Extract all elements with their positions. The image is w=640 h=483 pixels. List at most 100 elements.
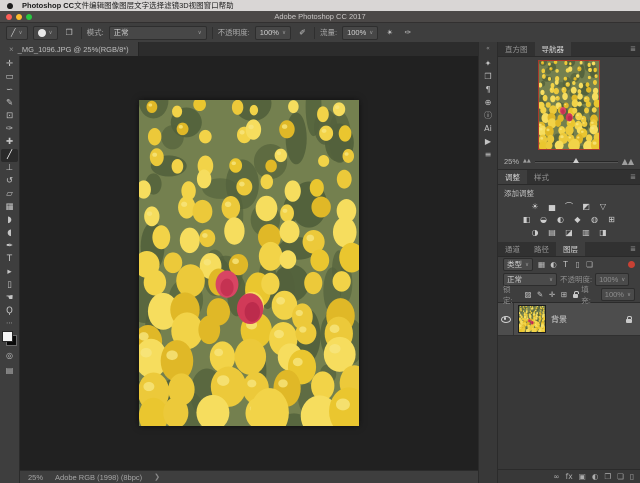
globe-icon[interactable]: ⊕	[481, 96, 496, 109]
lock-pixels-icon[interactable]: ✎	[535, 290, 546, 300]
lock-artboard-icon[interactable]: ⊞	[559, 290, 570, 300]
selective-color-icon[interactable]: ◨	[596, 227, 610, 238]
type-tool[interactable]: T	[1, 253, 18, 266]
channel-mixer-icon[interactable]: ◍	[588, 214, 602, 225]
tab-channels[interactable]: 通道	[498, 242, 527, 256]
panel-menu-icon[interactable]: ≣	[626, 242, 640, 256]
history-brush-tool[interactable]: ↺	[1, 175, 18, 188]
libraries-icon[interactable]: ❒	[481, 70, 496, 83]
move-tool[interactable]: ✛	[1, 58, 18, 71]
filter-toggle-icon[interactable]	[628, 261, 635, 268]
invert-icon[interactable]: ◑	[528, 227, 542, 238]
new-layer-icon[interactable]: ❏	[617, 473, 624, 481]
toggle-brush-panel-button[interactable]: ❐	[63, 27, 76, 39]
menu-photoshop[interactable]: Photoshop CC	[22, 1, 74, 10]
exposure-icon[interactable]: ◩	[579, 201, 593, 212]
zoom-out-icon[interactable]: ▲▲	[523, 158, 531, 164]
levels-icon[interactable]: ▅	[545, 201, 559, 212]
filter-shape-icon[interactable]: ▯	[572, 260, 583, 270]
tab-paths[interactable]: 路径	[527, 242, 556, 256]
menu-edit[interactable]: 编辑	[89, 1, 104, 10]
blend-mode-select[interactable]: 正常 ∨	[109, 26, 207, 40]
color-lookup-icon[interactable]: ⊞	[605, 214, 619, 225]
tool-preset-picker[interactable]: ╱ ∨	[6, 26, 28, 40]
blur-tool[interactable]: ◗	[1, 214, 18, 227]
tab-histogram[interactable]: 直方图	[498, 42, 535, 56]
eyedropper-tool[interactable]: ✑	[1, 123, 18, 136]
hand-tool[interactable]: ☚	[1, 292, 18, 305]
filter-type-icon[interactable]: T	[560, 260, 571, 270]
screen-mode-button[interactable]: ▤	[1, 364, 18, 376]
color-swatches[interactable]	[2, 331, 17, 346]
gradient-tool[interactable]: ▦	[1, 201, 18, 214]
delete-layer-icon[interactable]: ▯	[630, 473, 634, 481]
threshold-icon[interactable]: ◪	[562, 227, 576, 238]
marquee-tool[interactable]: ▭	[1, 71, 18, 84]
zoom-level-field[interactable]: 25%	[28, 473, 43, 482]
menu-image[interactable]: 图像	[104, 1, 119, 10]
expand-panels-icon[interactable]: «	[486, 45, 490, 52]
filter-adjustment-icon[interactable]: ◐	[548, 260, 559, 270]
zoom-in-icon[interactable]: ▲▲	[622, 157, 634, 166]
pressure-size-icon[interactable]: ✑	[401, 27, 414, 39]
new-group-icon[interactable]: ❐	[604, 473, 611, 481]
layer-row-background[interactable]: 背景	[498, 303, 640, 336]
close-tab-icon[interactable]: ×	[9, 45, 14, 54]
posterize-icon[interactable]: ▤	[545, 227, 559, 238]
quick-selection-tool[interactable]: ✎	[1, 97, 18, 110]
eraser-tool[interactable]: ▱	[1, 188, 18, 201]
apple-icon[interactable]	[7, 3, 13, 9]
menu-window[interactable]: 窗口	[204, 1, 219, 10]
edit-toolbar-button[interactable]: ⋯	[1, 318, 18, 328]
background-lock-icon[interactable]	[626, 319, 632, 323]
document-image[interactable]	[139, 100, 359, 426]
notes-icon[interactable]: ¶	[481, 83, 496, 96]
clone-stamp-tool[interactable]: ⊥	[1, 162, 18, 175]
learn-icon[interactable]: ✦	[481, 57, 496, 70]
shape-tool[interactable]: ▯	[1, 279, 18, 292]
document-tab[interactable]: × _MG_1096.JPG @ 25%(RGB/8*)	[0, 42, 139, 56]
navigator-zoom-value[interactable]: 25%	[504, 157, 519, 166]
status-options-icon[interactable]: ❯	[154, 473, 160, 481]
panel-menu-icon[interactable]: ≣	[626, 42, 640, 56]
tab-layers[interactable]: 图层	[556, 242, 585, 256]
layer-visibility-cell[interactable]	[498, 303, 514, 335]
opacity-select[interactable]: 100% ∨	[255, 26, 291, 40]
navigator-proxy-view[interactable]	[538, 60, 600, 150]
menu-3d[interactable]: 3D	[179, 1, 189, 10]
eye-icon[interactable]	[501, 316, 511, 323]
path-selection-tool[interactable]: ▸	[1, 266, 18, 279]
layer-opacity-select[interactable]: 100% ∨	[595, 273, 629, 286]
hue-saturation-icon[interactable]: ◧	[520, 214, 534, 225]
foreground-color-swatch[interactable]	[2, 331, 13, 342]
dodge-tool[interactable]: ◖	[1, 227, 18, 240]
airbrush-icon[interactable]: ✴	[383, 27, 396, 39]
menu-type[interactable]: 文字	[134, 1, 149, 10]
stock-icon[interactable]: Ai	[481, 122, 496, 135]
lock-all-icon[interactable]	[573, 294, 579, 298]
lock-position-icon[interactable]: ✛	[547, 290, 558, 300]
brush-preset-picker[interactable]: ∨	[33, 26, 58, 40]
layer-effects-icon[interactable]: fx	[566, 473, 573, 481]
black-white-icon[interactable]: ◐	[554, 214, 568, 225]
pressure-opacity-icon[interactable]: ✐	[296, 27, 309, 39]
quick-mask-button[interactable]: ◎	[1, 349, 18, 361]
tab-adjustments[interactable]: 调整	[498, 170, 527, 184]
menu-help[interactable]: 帮助	[219, 1, 234, 10]
info-icon[interactable]: ⓘ	[481, 109, 496, 122]
menu-filter[interactable]: 滤镜	[164, 1, 179, 10]
zoom-slider-thumb[interactable]	[573, 158, 579, 163]
actions-icon[interactable]: ▶	[481, 135, 496, 148]
layer-fill-select[interactable]: 100% ∨	[601, 288, 635, 301]
color-balance-icon[interactable]: ◒	[537, 214, 551, 225]
link-layers-icon[interactable]: ∞	[553, 473, 559, 481]
menu-view[interactable]: 视图	[189, 1, 204, 10]
layer-thumbnail[interactable]	[518, 305, 546, 333]
add-mask-icon[interactable]: ▣	[579, 473, 586, 481]
brightness-contrast-icon[interactable]: ☀	[528, 201, 542, 212]
canvas-area[interactable]	[20, 56, 478, 470]
filter-smart-object-icon[interactable]: ❏	[584, 260, 595, 270]
layer-filter-select[interactable]: 类型 ∨	[503, 258, 533, 271]
gradient-map-icon[interactable]: ▥	[579, 227, 593, 238]
filter-pixel-icon[interactable]: ▦	[536, 260, 547, 270]
